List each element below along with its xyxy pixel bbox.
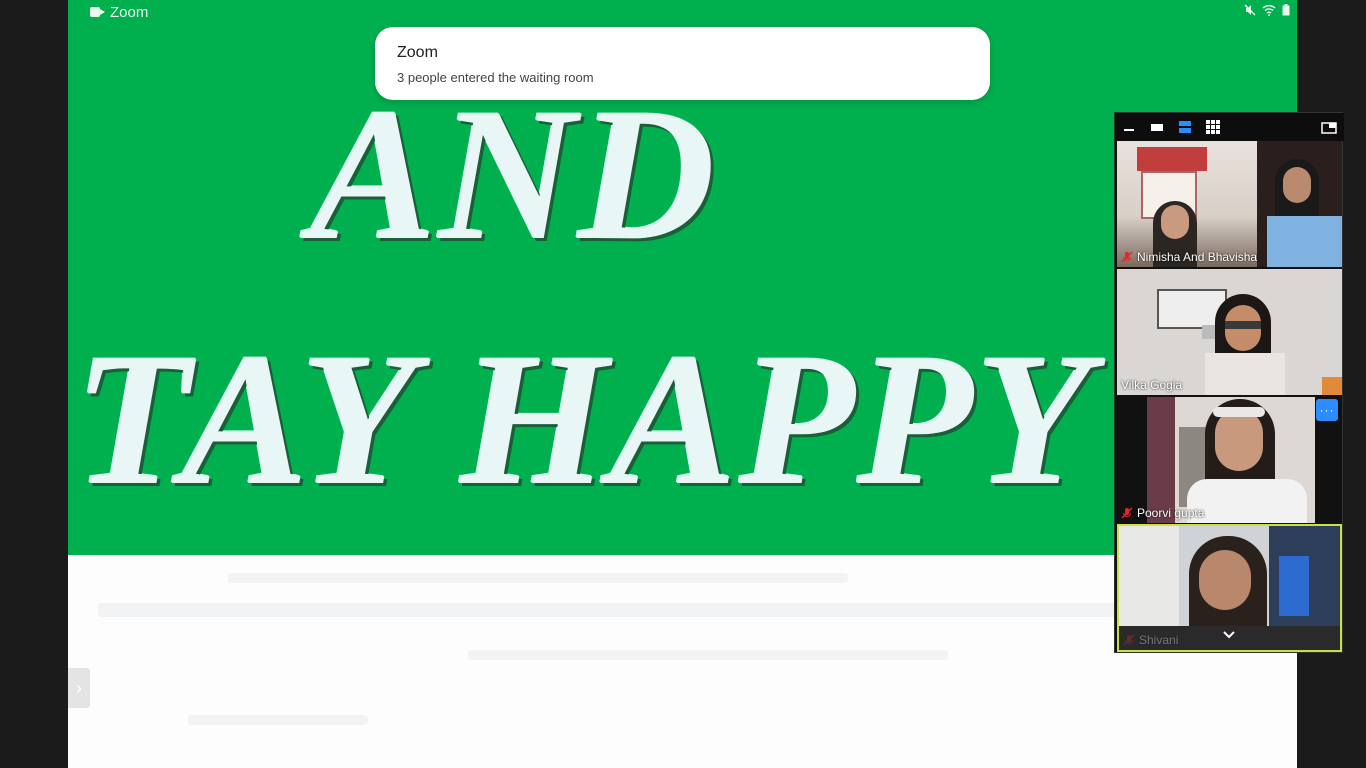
notification-title: Zoom <box>397 44 438 61</box>
strip-view-icon[interactable] <box>1177 119 1193 135</box>
participant-name-row: Vilka Gogia <box>1121 378 1182 392</box>
participant-tile-3[interactable]: Poorvi gupta <box>1117 397 1342 523</box>
zoom-window: AND TAY HAPPY Zoom Zoom 3 people entered… <box>0 0 1366 768</box>
notification-message: 3 people entered the waiting room <box>397 70 594 85</box>
slide-line-stay-happy: TAY HAPPY <box>74 315 1094 525</box>
mute-icon <box>1244 4 1256 16</box>
chevron-right-icon: › <box>76 677 82 698</box>
slide-top-text-fragment <box>68 0 1297 4</box>
status-bar-app: Zoom <box>90 3 148 21</box>
participant-name: Poorvi gupta <box>1137 506 1205 520</box>
participant-more-button[interactable]: ··· <box>1316 399 1338 421</box>
participant-name-row: Shivani <box>1123 633 1178 647</box>
participant-tile-1[interactable]: Nimisha And Bhavisha <box>1117 141 1342 267</box>
battery-icon <box>1282 4 1290 16</box>
status-app-label: Zoom <box>110 3 149 21</box>
minimize-icon[interactable] <box>1121 119 1137 135</box>
mic-muted-icon <box>1123 634 1135 646</box>
mic-muted-icon <box>1121 251 1133 263</box>
gallery-panel: Nimisha And Bhavisha Vilka Gogia Poorvi … <box>1114 112 1344 653</box>
system-status-icons <box>1244 4 1290 16</box>
participant-name: Shivani <box>1139 633 1179 647</box>
side-panel-handle[interactable]: › <box>68 668 90 708</box>
participant-name-row: Nimisha And Bhavisha <box>1121 250 1257 264</box>
participant-name-row: Poorvi gupta <box>1121 506 1204 520</box>
slide-white-area <box>68 555 1297 768</box>
wifi-icon <box>1262 5 1276 16</box>
video-camera-icon <box>90 7 105 17</box>
shared-screen: AND TAY HAPPY <box>68 0 1297 768</box>
gallery-toolbar <box>1115 113 1344 141</box>
waiting-room-notification[interactable]: Zoom 3 people entered the waiting room <box>375 27 990 100</box>
participant-name: Vilka Gogia <box>1121 378 1183 392</box>
exit-fullscreen-icon[interactable] <box>1321 119 1337 135</box>
single-view-icon[interactable] <box>1149 119 1165 135</box>
mic-muted-icon <box>1121 507 1133 519</box>
grid-view-icon[interactable] <box>1205 119 1221 135</box>
participant-name: Nimisha And Bhavisha <box>1137 250 1258 264</box>
chevron-down-icon[interactable] <box>1222 630 1236 640</box>
slide-line-and: AND <box>310 70 718 280</box>
participant-tile-2[interactable]: Vilka Gogia <box>1117 269 1342 395</box>
